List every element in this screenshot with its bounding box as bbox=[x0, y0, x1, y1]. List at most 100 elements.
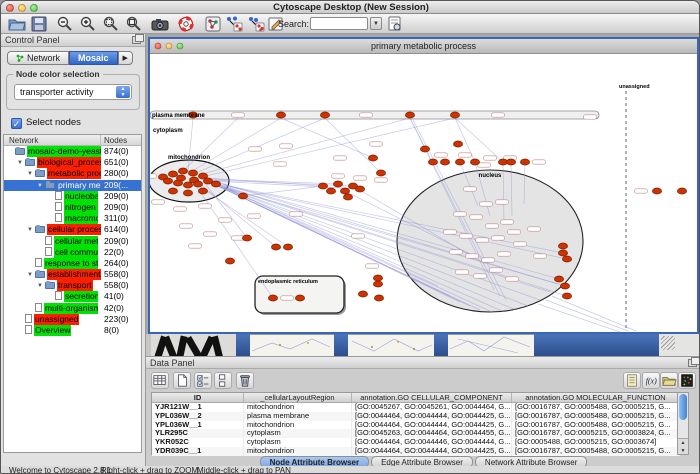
tree-expander-icon[interactable]: ▼ bbox=[17, 160, 25, 166]
tree-row[interactable]: ▼primary metabo209(... bbox=[4, 180, 141, 191]
layout-a-icon[interactable] bbox=[225, 16, 243, 32]
column-header[interactable]: annotation.GO MOLECULAR_FUNCTION bbox=[512, 393, 680, 402]
graph-node[interactable] bbox=[453, 141, 462, 147]
graph-node[interactable] bbox=[333, 181, 342, 187]
graph-node[interactable] bbox=[554, 276, 563, 282]
graph-node[interactable] bbox=[560, 283, 569, 289]
graph-node[interactable] bbox=[295, 295, 304, 301]
camera-icon[interactable] bbox=[151, 16, 169, 32]
tree-row[interactable]: unassigned223(0) bbox=[4, 314, 141, 325]
graph-node[interactable] bbox=[506, 159, 515, 165]
graph-node[interactable] bbox=[340, 188, 349, 194]
tab-network[interactable]: Network bbox=[7, 51, 69, 65]
graph-node[interactable] bbox=[373, 275, 382, 281]
tree-row[interactable]: cell communicat22(0) bbox=[4, 247, 141, 258]
graph-node[interactable] bbox=[558, 243, 567, 249]
graph-node[interactable] bbox=[455, 159, 464, 165]
tree-row[interactable]: secretion41(0) bbox=[4, 291, 141, 302]
network-view-titlebar[interactable]: primary metabolic process bbox=[150, 39, 697, 54]
help-lifering-icon[interactable] bbox=[177, 16, 195, 32]
float-data-panel-icon[interactable] bbox=[688, 359, 697, 367]
select-rows-button[interactable] bbox=[194, 372, 212, 389]
table-row[interactable]: YLR295Ccytoplasm[GO:0045263, GO:0044464,… bbox=[152, 429, 680, 438]
graph-node[interactable] bbox=[562, 256, 571, 262]
network-view-window[interactable]: primary metabolic process plasma membran… bbox=[148, 37, 699, 334]
zoom-selected-icon[interactable] bbox=[102, 16, 120, 32]
tree-expander-icon[interactable]: ▼ bbox=[27, 171, 35, 177]
window-titlebar[interactable]: Cytoscape Desktop (New Session) bbox=[1, 1, 700, 14]
graph-node[interactable] bbox=[283, 244, 292, 250]
table-row[interactable]: YPL036W__1mitochondrion[GO:0044464, GO:0… bbox=[152, 421, 680, 430]
graph-node[interactable] bbox=[374, 295, 383, 301]
graph-node[interactable] bbox=[358, 291, 367, 297]
background-window-canvas[interactable] bbox=[250, 334, 334, 356]
graph-node[interactable] bbox=[211, 181, 220, 187]
matrix-button[interactable] bbox=[678, 372, 696, 389]
search-result-icon[interactable] bbox=[386, 16, 404, 32]
notes-button[interactable] bbox=[623, 372, 641, 389]
tree-row[interactable]: multi-organism pro42(0) bbox=[4, 303, 141, 314]
graph-node[interactable] bbox=[242, 235, 251, 241]
graph-node[interactable] bbox=[343, 194, 352, 200]
table-row[interactable]: YJR121W__1mitochondrion[GO:0045267, GO:0… bbox=[152, 403, 680, 412]
graph-node[interactable] bbox=[376, 170, 385, 176]
graph-node[interactable] bbox=[238, 193, 247, 199]
resize-grip-icon[interactable] bbox=[661, 336, 675, 350]
graph-node[interactable] bbox=[176, 175, 185, 181]
tab-overflow-arrow[interactable]: ▶ bbox=[118, 51, 133, 65]
graph-node[interactable] bbox=[450, 112, 459, 118]
zoom-in-icon[interactable] bbox=[79, 16, 97, 32]
graph-node[interactable] bbox=[276, 112, 285, 118]
graph-node[interactable] bbox=[428, 159, 437, 165]
table-row[interactable]: YPL036W__2plasma membrane[GO:0044464, GO… bbox=[152, 412, 680, 421]
graph-node[interactable] bbox=[326, 188, 335, 194]
graph-node[interactable] bbox=[168, 188, 177, 194]
select-attributes-button[interactable] bbox=[151, 372, 169, 389]
graph-node[interactable] bbox=[677, 188, 686, 194]
graph-node[interactable] bbox=[271, 244, 280, 250]
node-color-attribute-select[interactable]: transporter activity ▲▼ bbox=[14, 84, 132, 100]
tree-expander-icon[interactable]: ▼ bbox=[37, 283, 45, 289]
tree-row[interactable]: ▼metabolic process280(0) bbox=[4, 168, 141, 179]
tree-row[interactable]: nucleobase-209(0) bbox=[4, 191, 141, 202]
row-height-button[interactable] bbox=[214, 372, 232, 389]
new-attribute-button[interactable] bbox=[173, 372, 191, 389]
attribute-table[interactable]: ID_cellularLayoutRegionannotation.GO CEL… bbox=[151, 392, 681, 455]
graph-node[interactable] bbox=[368, 155, 377, 161]
graph-node[interactable] bbox=[183, 190, 192, 196]
scrollbar-thumb[interactable] bbox=[679, 394, 687, 420]
background-window-fragment[interactable] bbox=[151, 334, 236, 356]
tree-row[interactable]: nitrogen compo209(0) bbox=[4, 202, 141, 213]
graph-node[interactable] bbox=[405, 112, 414, 118]
table-row[interactable]: YKR052Ccytoplasm[GO:0044464, GO:0044446,… bbox=[152, 438, 680, 447]
graph-node[interactable] bbox=[178, 168, 187, 174]
table-scrollbar[interactable]: ▲▼ bbox=[677, 392, 689, 455]
tree-expander-icon[interactable]: ▼ bbox=[27, 272, 35, 278]
graph-node[interactable] bbox=[188, 170, 197, 176]
column-header[interactable]: annotation.GO CELLULAR_COMPONENT bbox=[352, 393, 512, 402]
tree-row[interactable]: Overview8(0) bbox=[4, 325, 141, 336]
tree-row[interactable]: ▼cellular process614(0) bbox=[4, 224, 141, 235]
save-icon[interactable] bbox=[30, 16, 48, 32]
tree-expander-icon[interactable]: ▼ bbox=[37, 183, 45, 189]
background-window-titlebar[interactable] bbox=[334, 334, 348, 356]
graph-node[interactable] bbox=[320, 112, 329, 118]
tree-row[interactable]: macromolecule311(0) bbox=[4, 213, 141, 224]
layout-b-icon[interactable] bbox=[247, 16, 265, 32]
column-header[interactable]: _cellularLayoutRegion bbox=[244, 393, 352, 402]
tab-mosaic[interactable]: Mosaic bbox=[69, 51, 118, 65]
graph-node[interactable] bbox=[355, 186, 364, 192]
vizmapper-icon[interactable] bbox=[204, 16, 222, 32]
background-window-canvas[interactable] bbox=[348, 334, 434, 356]
background-window-titlebar[interactable] bbox=[434, 334, 448, 356]
float-panel-icon[interactable] bbox=[132, 36, 141, 44]
search-input[interactable] bbox=[310, 17, 368, 30]
tree-row[interactable]: ▼establishment of lo558(0) bbox=[4, 269, 141, 280]
delete-attribute-button[interactable] bbox=[236, 372, 254, 389]
search-dropdown-arrow[interactable]: ▼ bbox=[370, 17, 382, 30]
tree-row[interactable]: mosaic-demo-yeast874(0) bbox=[4, 146, 141, 157]
background-window-titlebar[interactable] bbox=[236, 334, 250, 356]
graph-node[interactable] bbox=[652, 188, 661, 194]
select-nodes-row[interactable]: ✓Select nodes bbox=[11, 117, 81, 129]
formula-button[interactable]: f(x) bbox=[642, 372, 660, 389]
